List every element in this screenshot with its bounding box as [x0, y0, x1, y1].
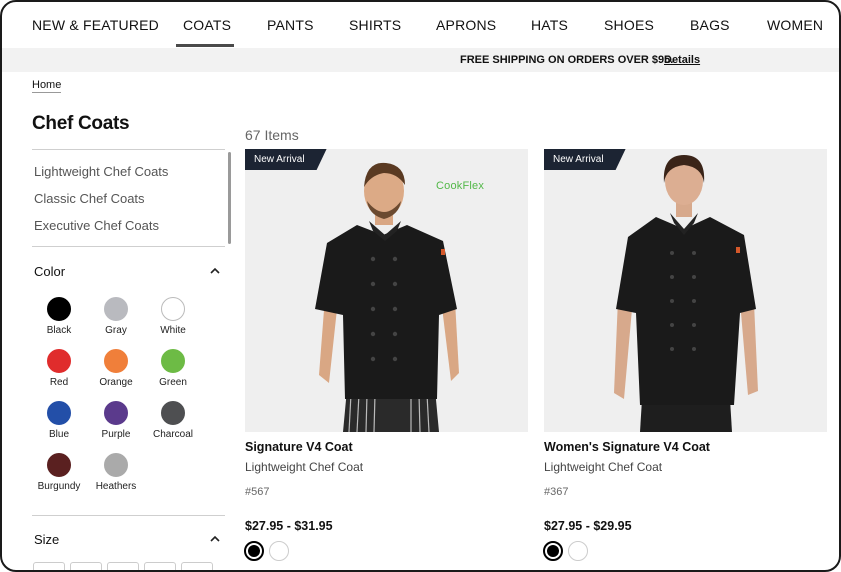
chef-coat-model-image: [544, 149, 827, 432]
color-swatch-label: White: [160, 325, 186, 336]
color-swatch-label: Gray: [105, 325, 127, 336]
size-option[interactable]: [33, 562, 65, 570]
color-swatch-gray[interactable]: [104, 297, 128, 321]
product-subtitle: Lightweight Chef Coat: [245, 460, 364, 474]
nav-coats[interactable]: COATS: [183, 17, 231, 33]
brand-logo: CookFlex: [436, 180, 485, 192]
nav-aprons[interactable]: APRONS: [436, 17, 496, 33]
category-link-executive[interactable]: Executive Chef Coats: [34, 218, 159, 233]
sidebar-divider: [32, 515, 225, 516]
page-frame: NEW & FEATURED COATS PANTS SHIRTS APRONS…: [0, 0, 841, 572]
color-swatch-label: Blue: [48, 429, 69, 440]
color-swatch-label: Heathers: [95, 481, 137, 492]
breadcrumb-home[interactable]: Home: [32, 79, 62, 93]
size-option[interactable]: [181, 562, 213, 570]
page-title: Chef Coats: [32, 113, 130, 134]
color-swatch-heathers[interactable]: [104, 453, 128, 477]
color-swatch-label: Green: [159, 377, 187, 388]
nav-shirts[interactable]: SHIRTS: [349, 17, 401, 33]
color-swatch-label: Red: [49, 377, 69, 388]
color-swatch-purple[interactable]: [104, 401, 128, 425]
promo-banner: FREE SHIPPING ON ORDERS OVER $95. Detail…: [2, 48, 839, 72]
color-swatch-label: Orange: [99, 377, 133, 388]
color-facet-heading[interactable]: Color: [34, 264, 65, 279]
new-arrival-badge: New Arrival: [245, 149, 327, 170]
size-option[interactable]: [70, 562, 102, 570]
nav-women[interactable]: WOMEN: [767, 17, 823, 33]
product-sku: #367: [544, 486, 569, 498]
color-swatch-green[interactable]: [161, 349, 185, 373]
chevron-up-icon[interactable]: [210, 534, 220, 544]
category-scrollbar[interactable]: [228, 152, 231, 244]
color-swatch-burgundy[interactable]: [47, 453, 71, 477]
color-swatch-black[interactable]: [47, 297, 71, 321]
product-image[interactable]: New Arrival CookFlex: [245, 149, 528, 432]
nav-hats[interactable]: HATS: [531, 17, 568, 33]
nav-pants[interactable]: PANTS: [267, 17, 314, 33]
size-facet-heading[interactable]: Size: [34, 532, 59, 547]
color-swatch-blue[interactable]: [47, 401, 71, 425]
product-swatch-selected[interactable]: [244, 541, 264, 561]
product-subtitle: Lightweight Chef Coat: [544, 460, 663, 474]
product-swatch-white[interactable]: [568, 541, 588, 561]
product-sku: #567: [245, 486, 270, 498]
color-swatch-label: Charcoal: [152, 429, 194, 440]
nav-new-featured[interactable]: NEW & FEATURED: [32, 17, 159, 33]
product-name[interactable]: Women's Signature V4 Coat: [544, 440, 710, 454]
swatch-black: [547, 545, 559, 557]
promo-details-link[interactable]: Details: [664, 54, 700, 66]
color-swatch-label: Black: [46, 325, 72, 336]
color-swatch-label: Burgundy: [37, 481, 81, 492]
results-count: 67 Items: [245, 127, 299, 143]
chef-coat-model-image: [245, 149, 528, 432]
color-swatch-red[interactable]: [47, 349, 71, 373]
nav-bags[interactable]: BAGS: [690, 17, 730, 33]
swatch-black: [248, 545, 260, 557]
promo-text: FREE SHIPPING ON ORDERS OVER $95.: [460, 54, 674, 66]
nav-shoes[interactable]: SHOES: [604, 17, 654, 33]
color-swatch-orange[interactable]: [104, 349, 128, 373]
sidebar-divider: [32, 246, 225, 247]
product-price: $27.95 - $31.95: [245, 519, 333, 533]
product-swatch-selected[interactable]: [543, 541, 563, 561]
color-swatch-white[interactable]: [161, 297, 185, 321]
size-option[interactable]: [107, 562, 139, 570]
product-swatch-white[interactable]: [269, 541, 289, 561]
nav-active-indicator: [176, 44, 234, 47]
new-arrival-badge: New Arrival: [544, 149, 626, 170]
category-link-lightweight[interactable]: Lightweight Chef Coats: [34, 164, 168, 179]
top-navigation: NEW & FEATURED COATS PANTS SHIRTS APRONS…: [2, 2, 839, 48]
product-price: $27.95 - $29.95: [544, 519, 632, 533]
product-name[interactable]: Signature V4 Coat: [245, 440, 353, 454]
chevron-up-icon[interactable]: [210, 266, 220, 276]
sidebar-divider: [32, 149, 225, 150]
category-link-classic[interactable]: Classic Chef Coats: [34, 191, 145, 206]
size-option[interactable]: [144, 562, 176, 570]
color-swatch-charcoal[interactable]: [161, 401, 185, 425]
product-image[interactable]: New Arrival: [544, 149, 827, 432]
color-swatch-label: Purple: [101, 429, 131, 440]
